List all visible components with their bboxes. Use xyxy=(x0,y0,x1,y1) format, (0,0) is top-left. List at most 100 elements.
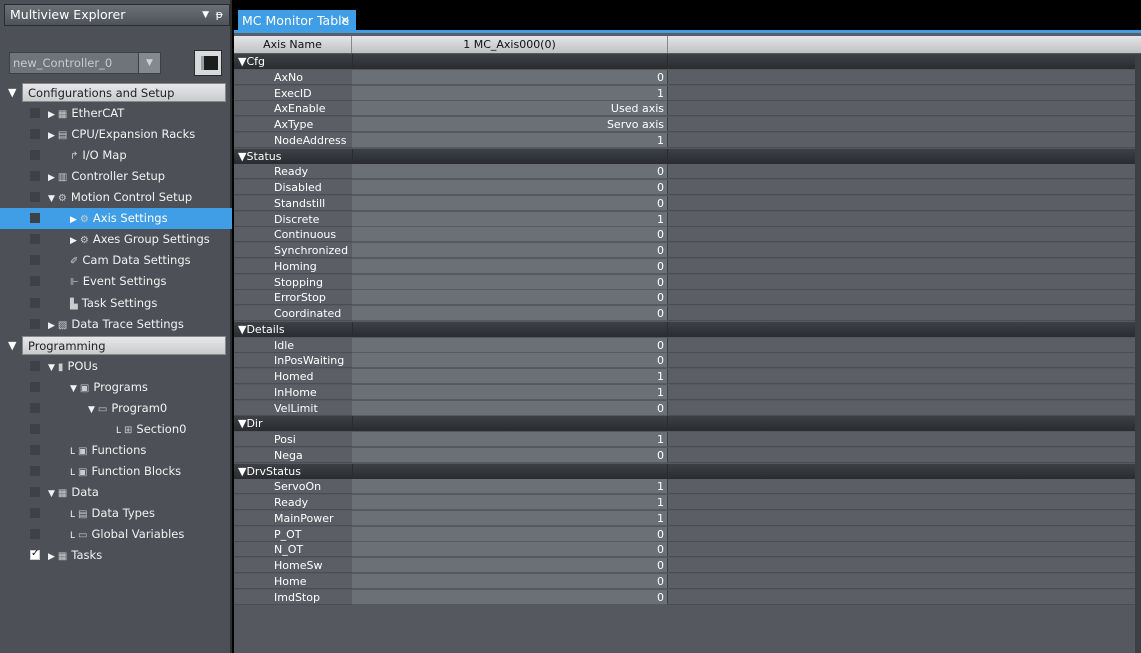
tree-branch-icon: L xyxy=(70,510,76,520)
tree-item-text: Functions xyxy=(91,442,147,457)
expand-arrow-icon[interactable]: ▶ xyxy=(48,552,55,562)
axis-column-header[interactable]: 1 MC_Axis000(0) xyxy=(352,36,668,53)
tree-item-checkbox[interactable] xyxy=(30,486,40,497)
table-row: Stopping 0 xyxy=(234,274,1141,290)
section-label[interactable]: ▼Details xyxy=(238,322,285,337)
section-row-cfg[interactable]: ▼Cfg xyxy=(234,54,1141,69)
expand-arrow-icon[interactable]: ▼ xyxy=(70,384,77,394)
expand-arrow-icon[interactable]: ▼ xyxy=(48,363,55,373)
tree-item-controller-setup[interactable]: ▶ ▥ Controller Setup xyxy=(0,166,232,187)
tree-item-axis-settings[interactable]: ▶ ⚙ Axis Settings xyxy=(0,208,232,230)
empty-cell xyxy=(668,369,1141,384)
tree-item-program0[interactable]: ▼ ▭ Program0 xyxy=(0,398,232,419)
tree-item-text: Controller Setup xyxy=(71,169,166,184)
tree-item-label: ✐ Cam Data Settings xyxy=(70,250,191,272)
tree-item-event-settings[interactable]: ⊩ Event Settings xyxy=(0,271,232,292)
section-label[interactable]: ▼Dir xyxy=(238,416,263,431)
expand-arrow-icon[interactable]: ▼ xyxy=(48,194,55,204)
field-value: 0 xyxy=(352,526,668,542)
tree-item-section0[interactable]: L ⊞ Section0 xyxy=(0,419,232,440)
expand-arrow-icon[interactable]: ▶ xyxy=(70,236,77,246)
section-row-details[interactable]: ▼Details xyxy=(234,321,1141,337)
explorer-dropdown-icon[interactable]: ▼ xyxy=(202,5,209,25)
expand-arrow-icon[interactable]: ▼ xyxy=(8,335,16,356)
tree-item-checkbox[interactable] xyxy=(30,276,40,287)
tree-item-checkbox[interactable] xyxy=(30,150,40,161)
close-icon[interactable]: × xyxy=(340,10,350,31)
chevron-down-icon[interactable]: ▼ xyxy=(138,53,160,73)
tree-item-tasks[interactable]: ▶▦Tasks xyxy=(0,545,232,566)
expand-arrow-icon[interactable]: ▼ xyxy=(8,82,16,103)
tree-item-checkbox[interactable] xyxy=(30,297,40,308)
section-row-status[interactable]: ▼Status xyxy=(234,148,1141,164)
tree-item-cpu-expansion-racks[interactable]: ▶ ▤ CPU/Expansion Racks xyxy=(0,124,232,145)
empty-cell xyxy=(668,573,1141,589)
field-value: 0 xyxy=(352,274,668,290)
tree-item-checkbox[interactable] xyxy=(30,171,40,182)
tree-item-task-settings[interactable]: ▙ Task Settings xyxy=(0,293,232,314)
tree-item-motion-control-setup[interactable]: ▼ ⚙ Motion Control Setup xyxy=(0,187,232,208)
tree-item-checkbox[interactable] xyxy=(30,108,40,119)
tree-item-checkbox[interactable] xyxy=(30,381,40,392)
tree-item-checkbox[interactable] xyxy=(30,255,40,266)
expand-arrow-icon[interactable]: ▶ xyxy=(48,321,55,331)
expand-arrow-icon[interactable]: ▼ xyxy=(48,489,55,499)
tree-item-checkbox[interactable] xyxy=(30,444,40,455)
tree-branch-icon: L xyxy=(70,446,76,457)
empty-cell xyxy=(668,400,1141,416)
tree-item-cam-data-settings[interactable]: ✐ Cam Data Settings xyxy=(0,250,232,271)
tree-item-checkbox[interactable] xyxy=(30,529,40,540)
vertical-scrollbar[interactable] xyxy=(1135,54,1141,653)
tree-item-programs[interactable]: ▼ ▣ Programs xyxy=(0,377,232,398)
tree-item-global-variables[interactable]: L ▭ Global Variables xyxy=(0,524,232,545)
field-value: 1 xyxy=(352,479,668,495)
tree-item-checkbox[interactable] xyxy=(30,508,40,518)
tree-item-i-o-map[interactable]: ↱ I/O Map xyxy=(0,145,232,166)
field-value: 1 xyxy=(352,369,668,384)
tree-item-axes-group-settings[interactable]: ▶ ⚙ Axes Group Settings xyxy=(0,229,232,250)
controller-device-icon[interactable] xyxy=(194,50,222,76)
empty-cell xyxy=(668,447,1141,463)
tree-item-checkbox[interactable] xyxy=(30,192,40,203)
section-row-drvstatus[interactable]: ▼DrvStatus xyxy=(234,463,1141,479)
field-name: P_OT xyxy=(234,526,352,542)
tree-item-checkbox[interactable] xyxy=(30,548,40,561)
field-name: AxType xyxy=(234,117,352,132)
section-row-dir[interactable]: ▼Dir xyxy=(234,416,1141,432)
tree-item-checkbox[interactable] xyxy=(30,213,40,224)
tree-item-ethercat[interactable]: ▶ ▦ EtherCAT xyxy=(0,103,232,124)
section-label[interactable]: ▼Cfg xyxy=(238,54,265,69)
tree-item-data-trace-settings[interactable]: ▶ ▧ Data Trace Settings xyxy=(0,314,232,335)
section-label[interactable]: ▼DrvStatus xyxy=(238,464,301,479)
tree-item-checkbox[interactable] xyxy=(30,318,40,329)
expand-arrow-icon[interactable]: ▶ xyxy=(48,131,55,141)
empty-cell xyxy=(668,101,1141,117)
tree-item-checkbox[interactable] xyxy=(30,423,40,434)
tree-item-checkbox[interactable] xyxy=(30,129,40,140)
tree-item-checkbox[interactable] xyxy=(30,234,40,245)
tree-item-function-blocks[interactable]: L ▣ Function Blocks xyxy=(0,461,232,482)
controller-select[interactable]: new_Controller_0 ▼ xyxy=(9,52,161,74)
tree-item-data-types[interactable]: L ▤ Data Types xyxy=(0,503,232,524)
tree-item-pous[interactable]: ▼ ▮ POUs xyxy=(0,356,232,377)
tree-item-data[interactable]: ▼ ▦ Data xyxy=(0,482,232,503)
field-name: Ready xyxy=(234,495,352,510)
tree-item-programming[interactable]: ▼ Programming xyxy=(0,335,232,356)
section-label[interactable]: ▼Status xyxy=(238,149,282,164)
field-name: Disabled xyxy=(234,180,352,195)
tree-item-checkbox[interactable] xyxy=(30,360,40,371)
tree-item-functions[interactable]: L ▣ Functions xyxy=(0,440,232,461)
table-row: Continuous 0 xyxy=(234,227,1141,243)
expand-arrow-icon[interactable]: ▶ xyxy=(48,110,55,120)
tab-mc-monitor-table[interactable]: MC Monitor Table × xyxy=(238,10,356,31)
tree-item-checkbox[interactable] xyxy=(30,465,40,476)
expand-arrow-icon[interactable]: ▶ xyxy=(70,215,77,225)
expand-arrow-icon[interactable]: ▼ xyxy=(88,405,95,415)
axis-name-header: Axis Name xyxy=(234,36,352,53)
tree-item-text: Section0 xyxy=(136,421,187,436)
tree-item-checkbox[interactable] xyxy=(30,402,40,413)
pin-icon[interactable]: ᵽ xyxy=(216,5,223,25)
tree-item-label: L ▣ Function Blocks xyxy=(70,461,181,484)
expand-arrow-icon[interactable]: ▶ xyxy=(48,173,55,183)
tree-item-configurations-and-setup[interactable]: ▼ Configurations and Setup xyxy=(0,82,232,103)
